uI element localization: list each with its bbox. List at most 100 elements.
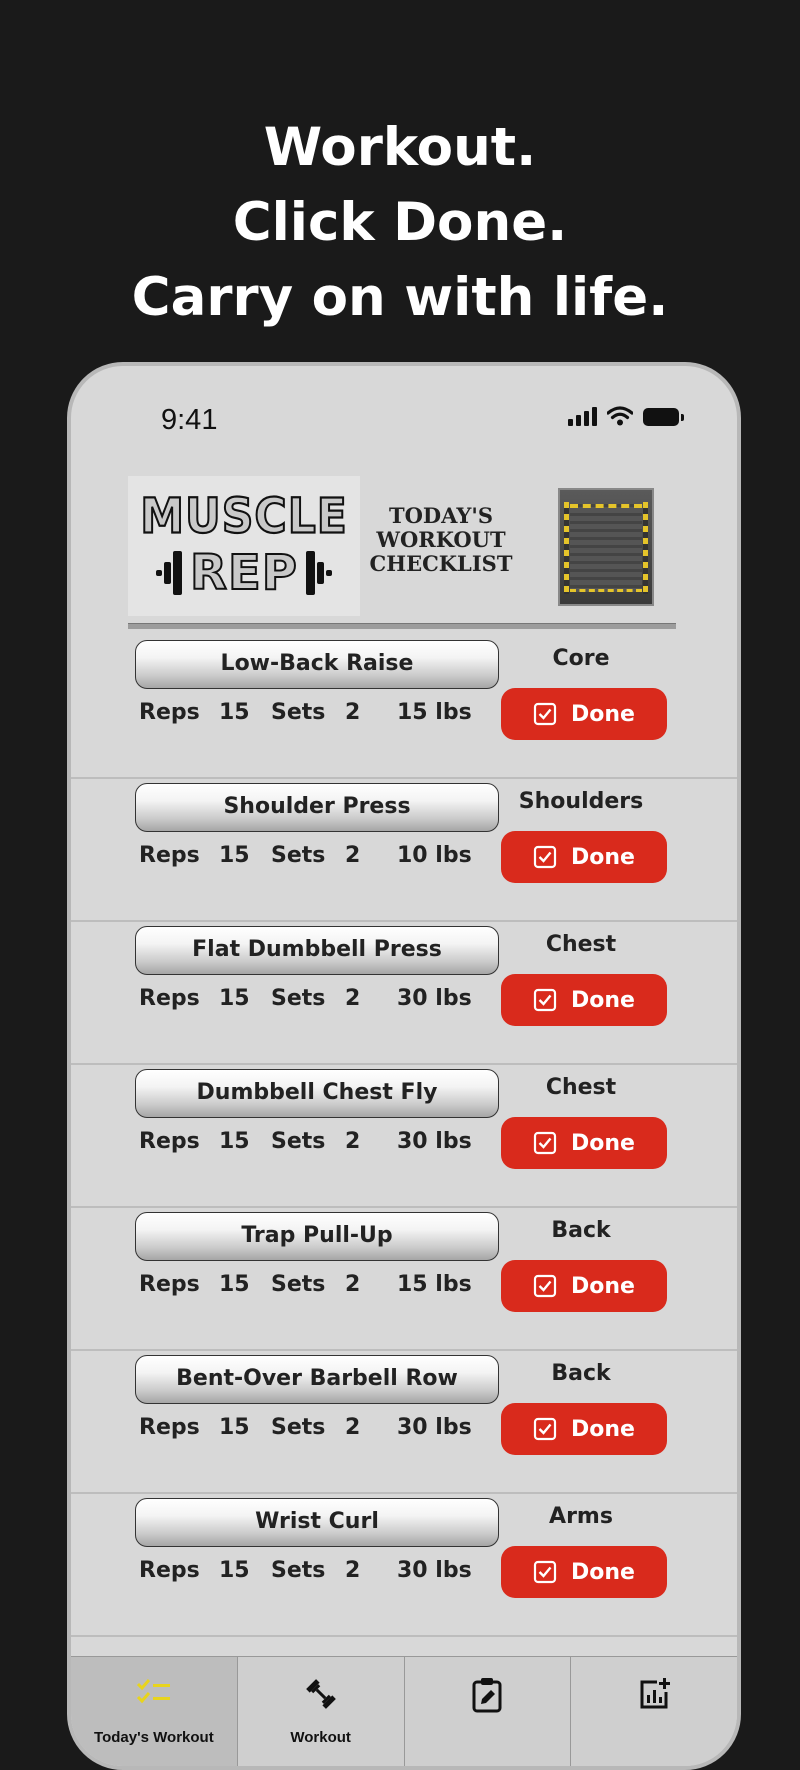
checkbox-checked-icon <box>533 702 557 726</box>
exercise-name-pill[interactable]: Wrist Curl <box>135 1498 499 1547</box>
tagline: Workout. Click Done. Carry on with life. <box>0 110 800 335</box>
reps-value: 15 <box>219 986 250 1011</box>
sets-value: 2 <box>345 1415 361 1440</box>
tab-log[interactable] <box>405 1657 572 1766</box>
weight-value: 30 lbs <box>397 986 472 1011</box>
reps-value: 15 <box>219 843 250 868</box>
muscle-group-label: Arms <box>549 1504 613 1529</box>
checkbox-checked-icon <box>533 845 557 869</box>
page-title: TODAY'S WORKOUT CHECKLIST <box>369 503 513 576</box>
reps-label: Reps <box>139 700 200 725</box>
done-button[interactable]: Done <box>501 688 667 740</box>
workout-row: Wrist Curl Arms Reps 15 Sets 2 30 lbs Do… <box>71 1494 737 1637</box>
header-divider <box>128 623 676 629</box>
sets-value: 2 <box>345 1558 361 1583</box>
tab-workout[interactable]: Workout <box>238 1657 405 1766</box>
sets-value: 2 <box>345 843 361 868</box>
exercise-name-pill[interactable]: Trap Pull-Up <box>135 1212 499 1261</box>
checkbox-checked-icon <box>533 1274 557 1298</box>
done-button[interactable]: Done <box>501 1260 667 1312</box>
reps-value: 15 <box>219 1272 250 1297</box>
exercise-name-pill[interactable]: Dumbbell Chest Fly <box>135 1069 499 1118</box>
exercise-name-pill[interactable]: Bent-Over Barbell Row <box>135 1355 499 1404</box>
exercise-stats: Reps 15 Sets 2 30 lbs <box>139 986 519 1016</box>
weight-value: 30 lbs <box>397 1415 472 1440</box>
reps-label: Reps <box>139 986 200 1011</box>
checkbox-checked-icon <box>533 1417 557 1441</box>
workout-list: Low-Back Raise Core Reps 15 Sets 2 15 lb… <box>71 636 737 1637</box>
garage-gym-image <box>558 488 654 606</box>
done-button[interactable]: Done <box>501 1546 667 1598</box>
exercise-name-pill[interactable]: Shoulder Press <box>135 783 499 832</box>
workout-row: Flat Dumbbell Press Chest Reps 15 Sets 2… <box>71 922 737 1065</box>
muscle-rep-logo: MUSCLE REP <box>128 476 360 616</box>
weight-value: 15 lbs <box>397 700 472 725</box>
status-time: 9:41 <box>161 404 218 436</box>
workout-row: Bent-Over Barbell Row Back Reps 15 Sets … <box>71 1351 737 1494</box>
barbell-plate-left-icon <box>156 551 183 595</box>
checkbox-checked-icon <box>533 1560 557 1584</box>
clipboard-edit-icon <box>472 1678 502 1713</box>
phone-frame: 9:41 MUSCLE REP TODAY'S WORKOUT CHECKLIS… <box>67 362 741 1770</box>
bottom-tab-bar: Today's Workout Workout <box>71 1656 737 1766</box>
tab-stats[interactable] <box>571 1657 737 1766</box>
workout-row: Trap Pull-Up Back Reps 15 Sets 2 15 lbs … <box>71 1208 737 1351</box>
muscle-group-label: Shoulders <box>518 789 644 814</box>
sets-label: Sets <box>271 1415 326 1440</box>
workout-row: Low-Back Raise Core Reps 15 Sets 2 15 lb… <box>71 636 737 779</box>
done-button[interactable]: Done <box>501 1403 667 1455</box>
muscle-group-label: Back <box>551 1361 611 1386</box>
exercise-stats: Reps 15 Sets 2 30 lbs <box>139 1415 519 1445</box>
app-header: MUSCLE REP TODAY'S WORKOUT CHECKLIST <box>71 476 737 616</box>
sets-value: 2 <box>345 1129 361 1154</box>
sets-value: 2 <box>345 1272 361 1297</box>
checkbox-checked-icon <box>533 1131 557 1155</box>
done-label: Done <box>571 1130 635 1156</box>
chart-add-icon <box>640 1678 671 1709</box>
reps-value: 15 <box>219 1558 250 1583</box>
weight-value: 10 lbs <box>397 843 472 868</box>
sets-value: 2 <box>345 700 361 725</box>
done-button[interactable]: Done <box>501 974 667 1026</box>
muscle-group-label: Core <box>552 646 610 671</box>
reps-label: Reps <box>139 1415 200 1440</box>
signal-icon <box>568 406 597 426</box>
reps-value: 15 <box>219 1415 250 1440</box>
checklist-icon <box>136 1679 170 1704</box>
tab-label: Workout <box>290 1729 351 1746</box>
sets-label: Sets <box>271 1272 326 1297</box>
muscle-group-label: Chest <box>545 932 617 957</box>
dumbbell-icon <box>305 1679 336 1709</box>
exercise-stats: Reps 15 Sets 2 15 lbs <box>139 700 519 730</box>
done-label: Done <box>571 1273 635 1299</box>
checkbox-checked-icon <box>533 988 557 1012</box>
exercise-name-pill[interactable]: Flat Dumbbell Press <box>135 926 499 975</box>
tab-label: Today's Workout <box>94 1729 214 1746</box>
reps-label: Reps <box>139 843 200 868</box>
status-bar: 9:41 <box>71 366 737 446</box>
reps-value: 15 <box>219 1129 250 1154</box>
exercise-stats: Reps 15 Sets 2 10 lbs <box>139 843 519 873</box>
done-button[interactable]: Done <box>501 1117 667 1169</box>
weight-value: 15 lbs <box>397 1272 472 1297</box>
done-label: Done <box>571 844 635 870</box>
reps-label: Reps <box>139 1129 200 1154</box>
done-button[interactable]: Done <box>501 831 667 883</box>
workout-row: Shoulder Press Shoulders Reps 15 Sets 2 … <box>71 779 737 922</box>
tagline-line-3: Carry on with life. <box>131 267 669 328</box>
sets-label: Sets <box>271 1558 326 1583</box>
tagline-line-1: Workout. <box>263 117 537 178</box>
exercise-stats: Reps 15 Sets 2 30 lbs <box>139 1129 519 1159</box>
done-label: Done <box>571 1416 635 1442</box>
exercise-stats: Reps 15 Sets 2 30 lbs <box>139 1558 519 1588</box>
status-icons <box>568 406 684 426</box>
sets-label: Sets <box>271 843 326 868</box>
done-label: Done <box>571 701 635 727</box>
muscle-group-label: Back <box>551 1218 611 1243</box>
reps-label: Reps <box>139 1558 200 1583</box>
exercise-stats: Reps 15 Sets 2 15 lbs <box>139 1272 519 1302</box>
battery-icon <box>643 408 684 426</box>
logo-text-top: MUSCLE <box>139 488 348 545</box>
tab-todays-workout[interactable]: Today's Workout <box>71 1657 238 1766</box>
exercise-name-pill[interactable]: Low-Back Raise <box>135 640 499 689</box>
